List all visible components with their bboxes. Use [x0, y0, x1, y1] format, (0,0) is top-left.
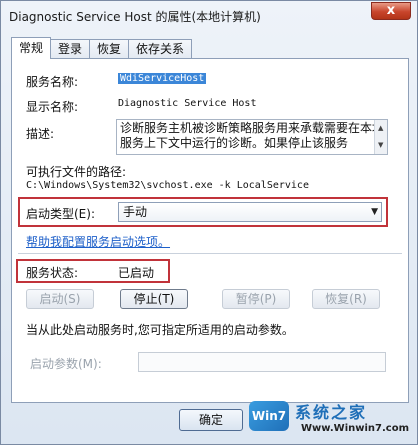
start-params-hint: 当从此处启动服务时,您可指定所适用的启动参数。	[26, 323, 294, 337]
description-label: 描述:	[26, 127, 55, 141]
display-name-value[interactable]: Diagnostic Service Host	[118, 98, 256, 109]
separator	[18, 253, 402, 254]
watermark-logo: Win7	[249, 401, 289, 431]
site-watermark: Win7 系统之家 Www.Winwin7.com	[247, 393, 417, 443]
tab-general[interactable]: 常规	[11, 37, 52, 59]
tab-dependencies[interactable]: 依存关系	[128, 39, 193, 59]
description-scrollbar[interactable]: ▲ ▼	[374, 120, 387, 154]
pause-button[interactable]: 暂停(P)	[222, 289, 290, 309]
startup-type-value: 手动	[123, 205, 148, 219]
start-params-label: 启动参数(M):	[30, 357, 102, 371]
window-title: Diagnostic Service Host 的属性(本地计算机)	[9, 10, 261, 24]
scroll-down-icon[interactable]: ▼	[378, 138, 383, 153]
watermark-url: Www.Winwin7.com	[301, 423, 410, 434]
exe-path-value[interactable]: C:\Windows\System32\svchost.exe -k Local…	[26, 180, 309, 191]
scroll-up-icon[interactable]: ▲	[378, 121, 383, 136]
display-name-label: 显示名称:	[26, 100, 79, 114]
close-button[interactable]: x	[371, 2, 411, 20]
resume-button[interactable]: 恢复(R)	[312, 289, 380, 309]
service-status-value: 已启动	[118, 266, 155, 280]
start-button[interactable]: 启动(S)	[26, 289, 94, 309]
service-name-label: 服务名称:	[26, 75, 79, 89]
description-box[interactable]: 诊断服务主机被诊断策略服务用来承载需要在本地服务上下文中运行的诊断。如果停止该服…	[116, 119, 388, 155]
service-name-value[interactable]: WdiServiceHost	[118, 73, 207, 84]
tab-recovery[interactable]: 恢复	[89, 39, 130, 59]
tab-strip: 常规 登录 恢复 依存关系	[11, 37, 193, 59]
general-panel: 服务名称: WdiServiceHost 显示名称: Diagnostic Se…	[11, 58, 409, 403]
title-bar[interactable]: Diagnostic Service Host 的属性(本地计算机) x	[1, 1, 417, 31]
ok-button[interactable]: 确定	[179, 409, 243, 431]
stop-button[interactable]: 停止(T)	[120, 289, 188, 309]
startup-type-label: 启动类型(E):	[26, 207, 95, 221]
service-status-label: 服务状态:	[26, 266, 79, 280]
properties-dialog: Diagnostic Service Host 的属性(本地计算机) x 常规 …	[0, 0, 418, 445]
startup-help-link[interactable]: 帮助我配置服务启动选项。	[26, 233, 170, 250]
start-params-input[interactable]	[138, 352, 386, 372]
description-text: 诊断服务主机被诊断策略服务用来承载需要在本地服务上下文中运行的诊断。如果停止该服…	[120, 121, 385, 150]
close-icon: x	[386, 3, 396, 18]
startup-type-select[interactable]: 手动 ▼	[118, 202, 382, 222]
exe-path-label: 可执行文件的路径:	[26, 165, 127, 179]
tab-logon[interactable]: 登录	[50, 39, 91, 59]
dropdown-arrow-icon: ▼	[371, 207, 378, 217]
watermark-title: 系统之家	[295, 403, 368, 422]
